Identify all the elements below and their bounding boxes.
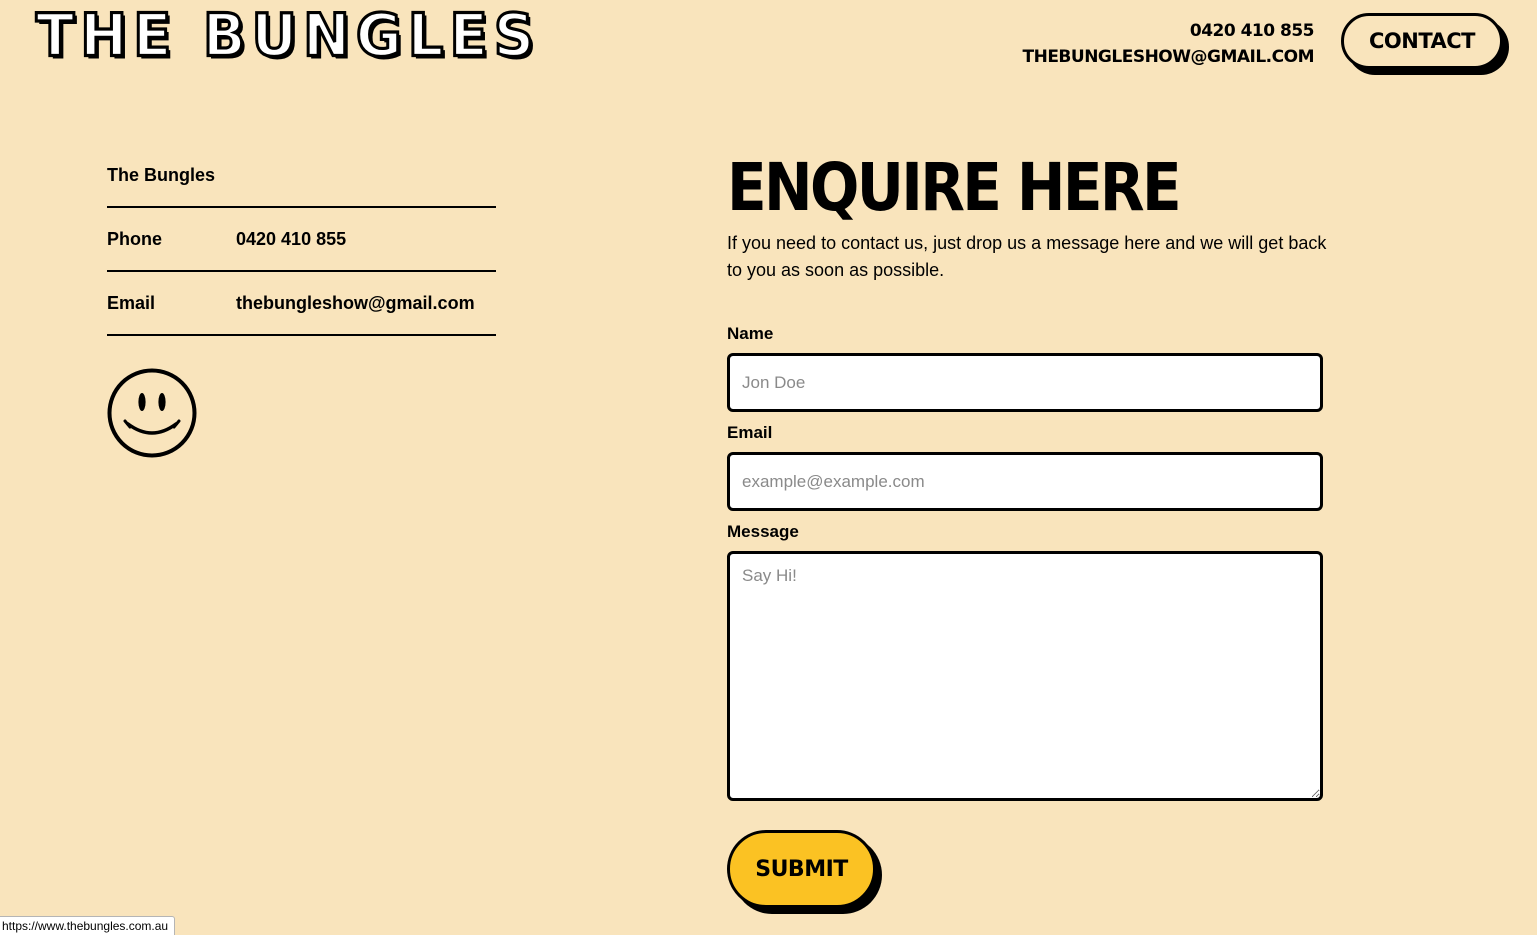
email-label: Email — [107, 292, 156, 313]
info-row-email: Email thebungleshow@gmail.com — [107, 272, 496, 336]
site-logo[interactable]: THE BUNGLES — [34, 0, 540, 71]
enquiry-form: ENQUIRE HERE If you need to contact us, … — [727, 149, 1326, 908]
email-field-label: Email — [727, 423, 773, 442]
phone-value[interactable]: 0420 410 855 — [236, 229, 346, 250]
contact-button[interactable]: CONTACT — [1341, 13, 1503, 69]
smiley-face-icon — [107, 368, 197, 458]
business-name: The Bungles — [107, 164, 216, 185]
name-input[interactable] — [727, 353, 1323, 412]
name-label: Name — [727, 324, 774, 343]
info-row-phone: Phone 0420 410 855 — [107, 208, 496, 272]
form-title: ENQUIRE HERE — [727, 149, 1182, 226]
submit-button[interactable]: SUBMIT — [727, 830, 876, 908]
header-phone-link[interactable]: 0420 410 855 — [1023, 18, 1315, 44]
status-bar-url: https://www.thebungles.com.au — [0, 916, 176, 935]
email-value[interactable]: thebungleshow@gmail.com — [236, 293, 475, 314]
contact-info-block: The Bungles Phone 0420 410 855 Email the… — [107, 144, 496, 336]
form-intro-text: If you need to contact us, just drop us … — [727, 233, 1327, 280]
info-row-name: The Bungles — [107, 144, 496, 208]
message-label: Message — [727, 522, 799, 541]
email-input[interactable] — [727, 452, 1323, 511]
header-email-link[interactable]: THEBUNGLESHOW@GMAIL.COM — [1023, 44, 1315, 70]
phone-label: Phone — [107, 228, 163, 249]
header-contact-info: 0420 410 855 THEBUNGLESHOW@GMAIL.COM — [1023, 18, 1315, 70]
message-textarea[interactable] — [727, 551, 1323, 801]
